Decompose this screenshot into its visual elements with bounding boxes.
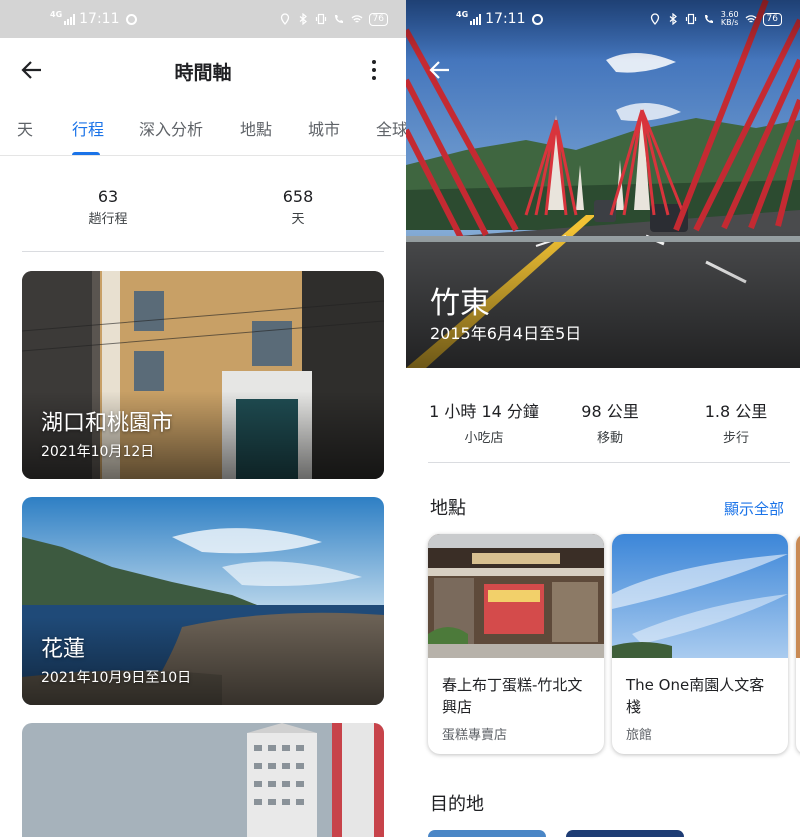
trip-date: 2015年6月4日至5日 (430, 324, 582, 343)
walking-label: 步行 (722, 431, 749, 446)
trip-title: 竹東 (430, 286, 490, 321)
arrow-left-icon (429, 61, 449, 79)
place-photo (428, 534, 604, 658)
chrome-icon (531, 13, 543, 25)
distance-stat: 98 公里 移動 (556, 398, 664, 446)
trip-detail-sheet: 1 小時 14 分鐘 小吃店 98 公里 移動 1.8 公里 步行 地點 顯示全… (406, 368, 800, 837)
more-options-button[interactable] (362, 56, 386, 84)
signal-icon (64, 13, 76, 25)
places-header: 地點 (430, 498, 466, 519)
place-name: The One南園人文客棧 (626, 676, 765, 716)
status-bar: 4G 17:11 76 (0, 0, 406, 38)
walking-stat: 1.8 公里 步行 (686, 398, 786, 446)
tab-places[interactable]: 地點 (240, 116, 272, 140)
trip-card[interactable]: 花蓮 2021年10月9日至10日 (22, 497, 384, 705)
call-icon (334, 15, 343, 23)
place-card[interactable]: 春上布丁蛋糕-竹北文興店 蛋糕專賣店 (428, 534, 604, 754)
status-bar: 4G 17:11 3.60 KB/s 76 (406, 0, 800, 38)
network-speed-unit: KB/s (720, 18, 739, 27)
network-speed: 3.60 KB/s (721, 11, 739, 27)
timeline-screen: 4G 17:11 76 時間軸 天 行程 深入分析 地點 城市 全球 63 趟行… (0, 0, 406, 837)
show-all-link[interactable]: 顯示全部 (724, 498, 784, 519)
place-category: 蛋糕專賣店 (442, 728, 508, 743)
destination-card[interactable] (566, 830, 684, 837)
duration-stat: 1 小時 14 分鐘 小吃店 (426, 398, 542, 446)
trip-count-stat: 63 趟行程 (48, 187, 168, 227)
status-time: 17:11 (485, 11, 526, 27)
vibrate-icon (685, 13, 696, 25)
network-type: 4G (50, 9, 63, 19)
location-icon (280, 13, 289, 25)
place-photo (612, 534, 788, 658)
place-category: 旅館 (626, 728, 653, 743)
trip-count-value: 63 (97, 187, 119, 206)
more-vert-icon (372, 60, 376, 64)
trip-date: 2021年10月12日 (41, 444, 155, 460)
destination-card[interactable] (428, 830, 546, 837)
stats-divider (428, 462, 790, 463)
wifi-icon (351, 15, 363, 23)
day-count-stat: 658 天 (238, 187, 358, 227)
battery-indicator: 76 (762, 12, 782, 26)
active-tab-indicator (72, 152, 100, 155)
stats-divider (22, 251, 384, 252)
bluetooth-icon (299, 13, 307, 25)
place-card[interactable] (796, 534, 800, 754)
wifi-icon (745, 15, 757, 23)
day-count-label: 天 (291, 212, 305, 227)
trip-title: 花蓮 (41, 637, 86, 662)
tab-cities[interactable]: 城市 (308, 116, 340, 140)
tab-trips[interactable]: 行程 (72, 116, 104, 140)
page-title: 時間軸 (174, 62, 232, 84)
trip-photo (22, 723, 384, 837)
duration-value: 1 小時 14 分鐘 (429, 402, 539, 421)
battery-indicator: 76 (368, 12, 388, 26)
location-icon (650, 13, 659, 25)
bluetooth-icon (669, 13, 677, 25)
place-name: 春上布丁蛋糕-竹北文興店 (442, 676, 583, 716)
destinations-header: 目的地 (430, 794, 484, 815)
trip-detail-screen: 4G 17:11 3.60 KB/s 76 竹東 2015年6月4日至5日 1 小… (406, 0, 800, 837)
distance-value: 98 公里 (581, 402, 639, 421)
tab-world[interactable]: 全球 (376, 116, 406, 140)
back-button[interactable] (426, 56, 454, 84)
distance-label: 移動 (596, 431, 623, 446)
vibrate-icon (315, 13, 326, 25)
trip-title: 湖口和桃園市 (41, 411, 174, 436)
status-time: 17:11 (79, 11, 120, 27)
tab-insights[interactable]: 深入分析 (139, 116, 203, 140)
signal-icon (470, 13, 482, 25)
day-count-value: 658 (282, 187, 314, 206)
place-card[interactable]: The One南園人文客棧 旅館 (612, 534, 788, 754)
trip-card[interactable]: 湖口和桃園市 2021年10月12日 (22, 271, 384, 479)
duration-label: 小吃店 (464, 431, 504, 446)
walking-value: 1.8 公里 (704, 402, 768, 421)
trip-count-label: 趟行程 (88, 212, 128, 227)
chrome-icon (125, 13, 137, 25)
trip-date: 2021年10月9日至10日 (41, 670, 192, 686)
call-icon (704, 15, 713, 23)
trip-card[interactable] (22, 723, 384, 837)
tab-bar: 天 行程 深入分析 地點 城市 全球 (0, 104, 406, 156)
network-type: 4G (456, 9, 469, 19)
app-bar: 時間軸 (0, 38, 406, 102)
tab-day[interactable]: 天 (17, 116, 33, 140)
